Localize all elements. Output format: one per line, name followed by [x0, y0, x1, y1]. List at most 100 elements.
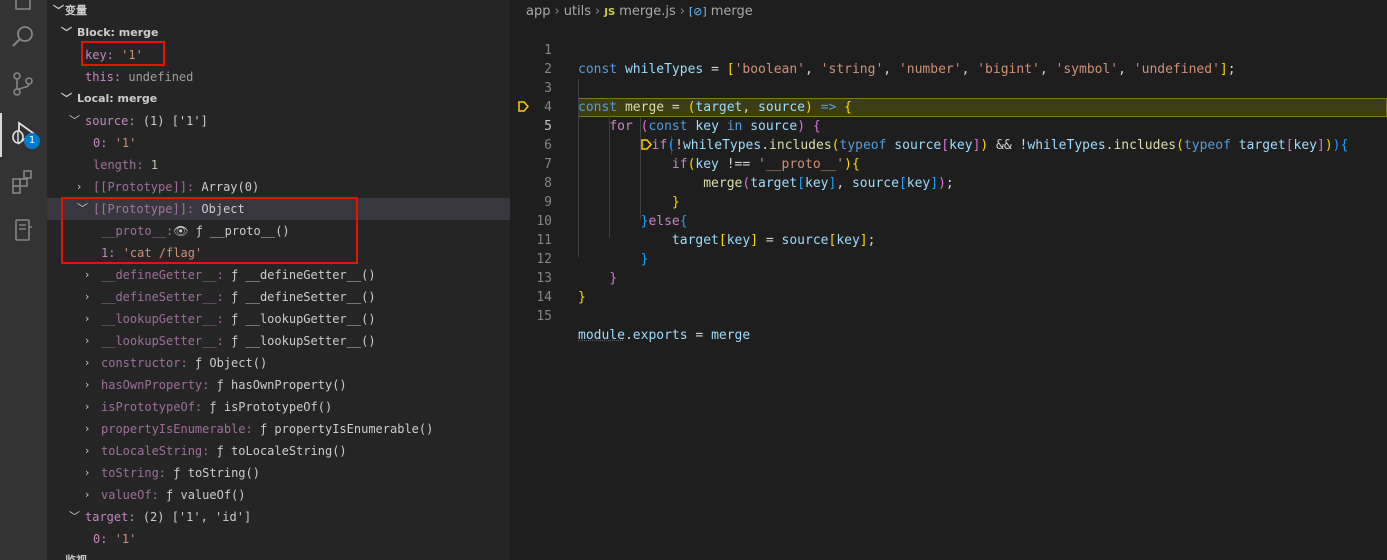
var-name: length: [93, 158, 144, 172]
chevron-down-icon: ﹀ [61, 92, 72, 105]
var-method[interactable]: › propertyIsEnumerable: ƒ propertyIsEnume… [47, 418, 510, 440]
highlight-box [81, 41, 165, 66]
code-line-8[interactable]: 8 } [510, 155, 1387, 210]
source-control-icon[interactable] [10, 71, 36, 97]
breadcrumb-folder[interactable]: app [526, 4, 550, 19]
code-line-7[interactable]: 7 merge(target[key], source[key]); [510, 136, 1387, 191]
chevron-right-icon: › [85, 378, 90, 391]
var-value: (2) ['1', 'id'] [142, 510, 252, 524]
code-line-3[interactable]: 3 const merge = (target, source) => { [510, 60, 1387, 115]
chevron-right-icon: › [85, 466, 90, 479]
var-value: ƒ toString() [173, 466, 260, 480]
var-method[interactable]: › __lookupSetter__: ƒ __lookupSetter__() [47, 330, 510, 352]
chevron-right-icon: › [85, 312, 90, 325]
code-line-5[interactable]: 5 if(!whileTypes.includes(typeof source[… [510, 98, 1387, 153]
var-value: '1' [114, 532, 137, 546]
var-method[interactable]: › isPrototypeOf: ƒ isPrototypeOf() [47, 396, 510, 418]
var-name: __defineGetter__: [101, 268, 224, 282]
watch-section-header[interactable]: 监视 [47, 550, 510, 560]
line-number: 15 [536, 309, 552, 324]
var-name: source: [85, 114, 136, 128]
code-line-9[interactable]: 9 }else{ [510, 174, 1387, 229]
var-method[interactable]: › valueOf: ƒ valueOf() [47, 484, 510, 506]
var-name: __lookupGetter__: [101, 312, 224, 326]
var-value: 1 [150, 158, 159, 172]
var-name: __defineSetter__: [101, 290, 224, 304]
code-line-10[interactable]: 10 target[key] = source[key]; [510, 193, 1387, 248]
active-indicator [0, 113, 2, 157]
var-method[interactable]: › toLocaleString: ƒ toLocaleString() [47, 440, 510, 462]
chevron-right-icon: › [554, 4, 560, 19]
code-editor[interactable]: app › utils › JS merge.js › [⊘] merge 1 const wh… [510, 0, 1387, 560]
var-value: ƒ __lookupSetter__() [231, 334, 376, 348]
code-line-13[interactable]: 13 } [510, 250, 1387, 305]
var-name: propertyIsEnumerable: [101, 422, 253, 436]
var-name: toLocaleString: [101, 444, 210, 458]
var-length[interactable]: length: 1 [47, 154, 510, 176]
var-method[interactable]: › __lookupGetter__: ƒ __lookupGetter__() [47, 308, 510, 330]
var-value: ƒ __lookupGetter__() [231, 312, 376, 326]
symbol-variable-icon: [⊘] [688, 5, 707, 18]
breadcrumb-file[interactable]: merge.js [619, 4, 676, 19]
chevron-right-icon: › [85, 422, 90, 435]
search-icon[interactable] [10, 24, 36, 50]
var-name: valueOf: [101, 488, 159, 502]
remote-icon[interactable] [10, 217, 36, 243]
extensions-icon[interactable] [10, 169, 36, 195]
var-value: ƒ __defineSetter__() [231, 290, 376, 304]
code-line-6[interactable]: 6 if(key !== '__proto__'){ [510, 117, 1387, 172]
var-value: Array(0) [201, 180, 260, 194]
breadcrumb-symbol[interactable]: merge [711, 4, 753, 19]
chevron-right-icon: › [85, 444, 90, 457]
code-line-14[interactable]: 14 [510, 269, 1387, 305]
local-scope[interactable]: ﹀ Local: merge [47, 88, 510, 110]
var-name: isPrototypeOf: [101, 400, 203, 414]
highlight-box [61, 197, 358, 264]
code-line-11[interactable]: 11 } [510, 212, 1387, 267]
chevron-down-icon: ﹀ [61, 26, 72, 39]
activity-bar: 1 [0, 0, 47, 560]
chevron-down-icon: ﹀ [53, 4, 64, 17]
var-proto-array[interactable]: › [[Prototype]]: Array(0) [47, 176, 510, 198]
var-method[interactable]: › __defineSetter__: ƒ __defineSetter__() [47, 286, 510, 308]
chevron-right-icon: › [85, 400, 90, 413]
var-value: '1' [114, 136, 137, 150]
var-name: constructor: [101, 356, 188, 370]
watch-title: 监视 [65, 550, 87, 560]
var-value: ƒ toLocaleString() [216, 444, 347, 458]
variables-title: 变量 [65, 4, 87, 17]
var-this[interactable]: this: undefined [47, 66, 510, 88]
var-method[interactable]: › toString: ƒ toString() [47, 462, 510, 484]
var-value: ƒ valueOf() [166, 488, 246, 502]
chevron-right-icon: › [85, 290, 90, 303]
var-name: toString: [101, 466, 167, 480]
var-name: this: [85, 70, 122, 84]
var-target-0[interactable]: 0: '1' [47, 528, 510, 550]
chevron-right-icon: › [679, 4, 685, 19]
var-method[interactable]: › __defineGetter__: ƒ __defineGetter__() [47, 264, 510, 286]
chevron-down-icon: ﹀ [69, 114, 80, 127]
code-line-2[interactable]: 2 [510, 41, 1387, 77]
var-method[interactable]: › constructor: ƒ Object() [47, 352, 510, 374]
local-scope-label: Local: merge [77, 92, 158, 105]
var-name: __lookupSetter__: [101, 334, 224, 348]
var-value: (1) ['1'] [142, 114, 208, 128]
js-file-icon: JS [604, 7, 616, 18]
chevron-right-icon: › [85, 334, 90, 347]
var-source[interactable]: ﹀ source: (1) ['1'] [47, 110, 510, 132]
var-method[interactable]: › hasOwnProperty: ƒ hasOwnProperty() [47, 374, 510, 396]
var-value: ƒ propertyIsEnumerable() [259, 422, 434, 436]
var-source-0[interactable]: 0: '1' [47, 132, 510, 154]
variables-section-header[interactable]: ﹀ 变量 [47, 0, 510, 22]
debug-badge: 1 [24, 133, 40, 149]
var-target[interactable]: ﹀ target: (2) ['1', 'id'] [47, 506, 510, 528]
breadcrumb-folder[interactable]: utils [564, 4, 591, 19]
var-name: hasOwnProperty: [101, 378, 210, 392]
code-line-12[interactable]: 12 } [510, 231, 1387, 286]
explorer-icon[interactable] [10, 0, 36, 14]
code-line-4[interactable]: 4 for (const key in source) { [510, 79, 1387, 134]
var-name: 0: [93, 136, 108, 150]
chevron-right-icon: › [77, 180, 82, 193]
code-line-1[interactable]: 1 const whileTypes = ['boolean', 'string… [510, 22, 1387, 77]
code-line-15[interactable]: 15 module.exports = merge [510, 288, 1387, 343]
